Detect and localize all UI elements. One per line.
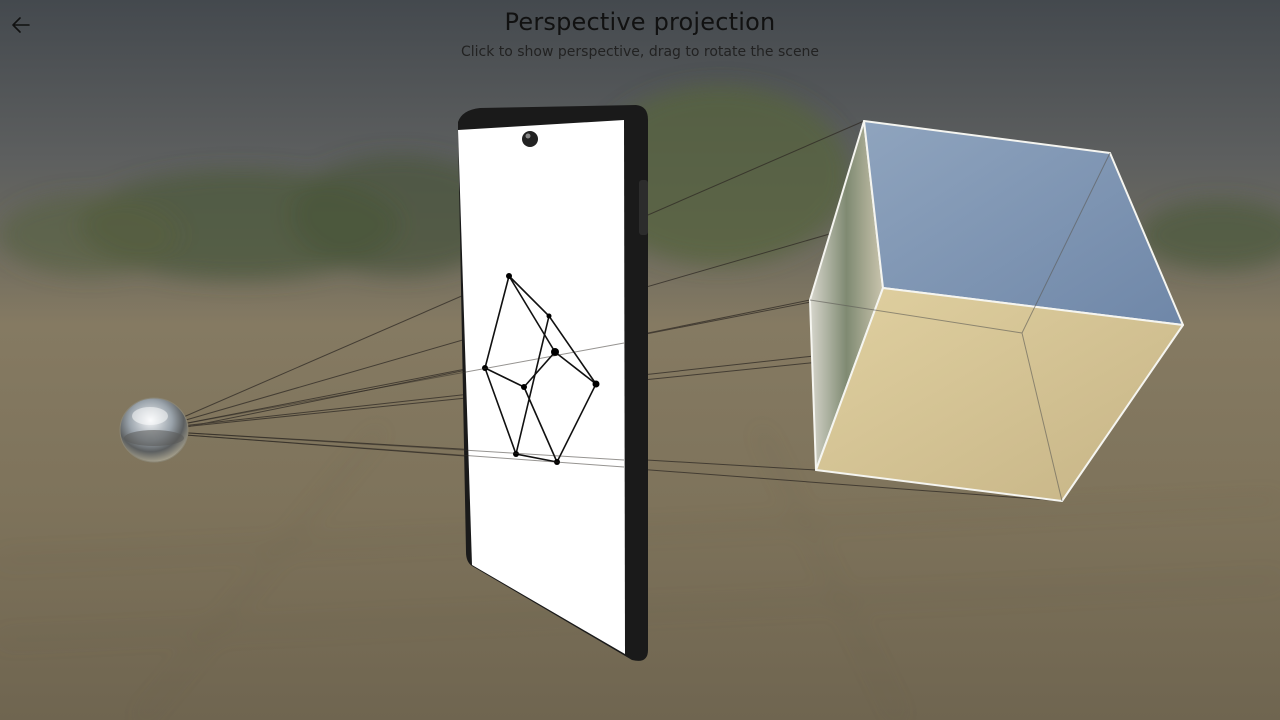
scene-canvas[interactable] — [0, 0, 1280, 720]
phone-camera — [522, 131, 538, 147]
back-button[interactable] — [6, 10, 36, 40]
perspective-scene[interactable]: Perspective projection Click to show per… — [0, 0, 1280, 720]
arrow-left-icon — [12, 17, 30, 33]
eye-sphere[interactable] — [119, 397, 189, 463]
phone-side-button — [639, 180, 648, 235]
